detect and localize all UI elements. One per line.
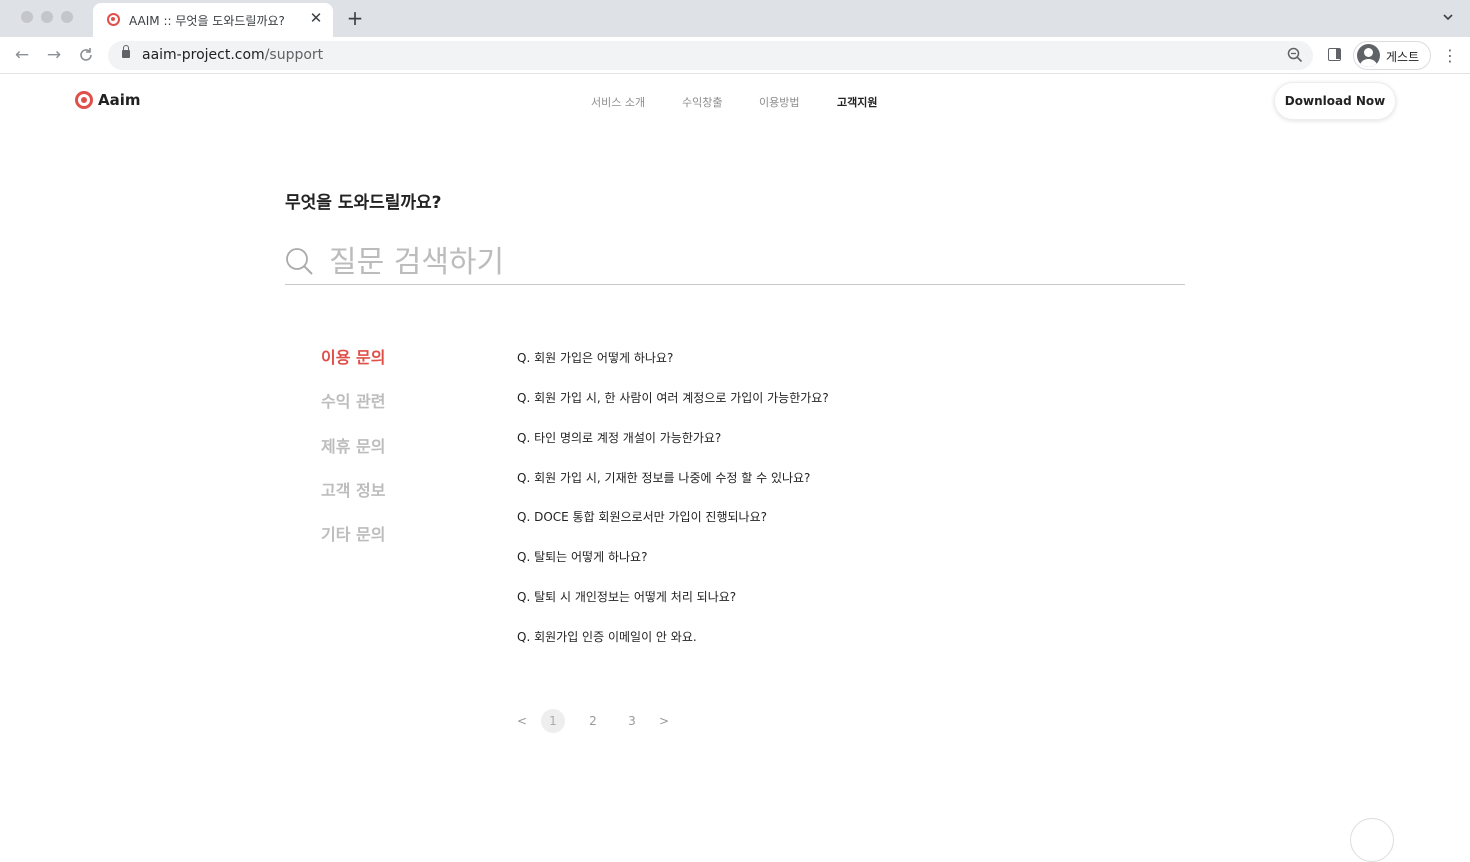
profile-button[interactable]: 게스트 — [1353, 41, 1431, 70]
profile-label: 게스트 — [1386, 50, 1420, 64]
side-panel-icon[interactable] — [1328, 48, 1341, 61]
pagination-prev[interactable]: < — [510, 709, 534, 733]
nav-item-howto[interactable]: 이용방법 — [759, 94, 799, 110]
url-text: aaim-project.com/support — [142, 47, 324, 63]
window-zoom-control[interactable] — [61, 11, 73, 23]
more-menu-icon[interactable]: ⋮ — [1442, 47, 1458, 65]
browser-toolbar: ← → aaim-project.com/support 게스트 ⋮ — [0, 37, 1470, 74]
category-customer-info[interactable]: 고객 정보 — [321, 477, 385, 501]
window-minimize-control[interactable] — [41, 11, 53, 23]
category-revenue[interactable]: 수익 관련 — [321, 388, 385, 412]
scroll-to-top-button[interactable] — [1350, 818, 1394, 862]
forward-arrow-icon[interactable]: → — [44, 45, 64, 65]
lock-icon — [122, 45, 130, 58]
tab-title: AAIM :: 무엇을 도와드릴까요? — [129, 14, 285, 28]
faq-item[interactable]: Q. 회원가입 인증 이메일이 안 와요. — [517, 628, 697, 645]
category-usage[interactable]: 이용 문의 — [321, 344, 385, 368]
faq-item[interactable]: Q. 탈퇴 시 개인정보는 어떻게 처리 되나요? — [517, 588, 736, 605]
faq-item[interactable]: Q. DOCE 통합 회원으로서만 가입이 진행되나요? — [517, 508, 767, 525]
faq-item[interactable]: Q. 회원 가입은 어떻게 하나요? — [517, 349, 673, 366]
pagination-page-2[interactable]: 2 — [581, 709, 605, 733]
browser-tab[interactable]: AAIM :: 무엇을 도와드릴까요? ✕ — [93, 3, 333, 37]
download-now-button[interactable]: Download Now — [1274, 82, 1396, 120]
pagination-next[interactable]: > — [652, 709, 676, 733]
pagination-page-3[interactable]: 3 — [620, 709, 644, 733]
browser-tab-bar: AAIM :: 무엇을 도와드릴까요? ✕ + — [0, 0, 1470, 37]
pagination-page-1[interactable]: 1 — [541, 709, 565, 733]
category-partnership[interactable]: 제휴 문의 — [321, 433, 385, 457]
window-close-control[interactable] — [21, 11, 33, 23]
faq-item[interactable]: Q. 타인 명의로 계정 개설이 가능한가요? — [517, 429, 721, 446]
faq-item[interactable]: Q. 탈퇴는 어떻게 하나요? — [517, 548, 647, 565]
category-other[interactable]: 기타 문의 — [321, 521, 385, 545]
nav-item-service[interactable]: 서비스 소개 — [591, 94, 645, 110]
favicon-icon — [107, 13, 120, 26]
back-arrow-icon[interactable]: ← — [12, 45, 32, 65]
reload-icon[interactable] — [77, 46, 95, 64]
new-tab-icon[interactable]: + — [345, 8, 365, 28]
faq-item[interactable]: Q. 회원 가입 시, 한 사람이 여러 계정으로 가입이 가능한가요? — [517, 389, 829, 406]
search-bar — [285, 238, 1185, 285]
page-title: 무엇을 도와드릴까요? — [285, 193, 442, 213]
tab-close-icon[interactable]: ✕ — [307, 9, 325, 27]
search-input[interactable] — [329, 242, 1129, 282]
zoom-icon[interactable] — [1287, 47, 1303, 63]
faq-item[interactable]: Q. 회원 가입 시, 기재한 정보를 나중에 수정 할 수 있나요? — [517, 469, 810, 486]
tab-search-chevron-icon[interactable] — [1442, 11, 1454, 23]
avatar-icon — [1357, 44, 1380, 67]
main-nav: 서비스 소개 수익창출 이용방법 고객지원 — [0, 94, 1470, 110]
nav-item-support[interactable]: 고객지원 — [837, 94, 877, 110]
nav-item-revenue[interactable]: 수익창출 — [682, 94, 722, 110]
address-bar[interactable]: aaim-project.com/support — [108, 41, 1313, 70]
search-icon — [286, 248, 313, 275]
pagination: < 1 2 3 > — [0, 709, 1470, 733]
